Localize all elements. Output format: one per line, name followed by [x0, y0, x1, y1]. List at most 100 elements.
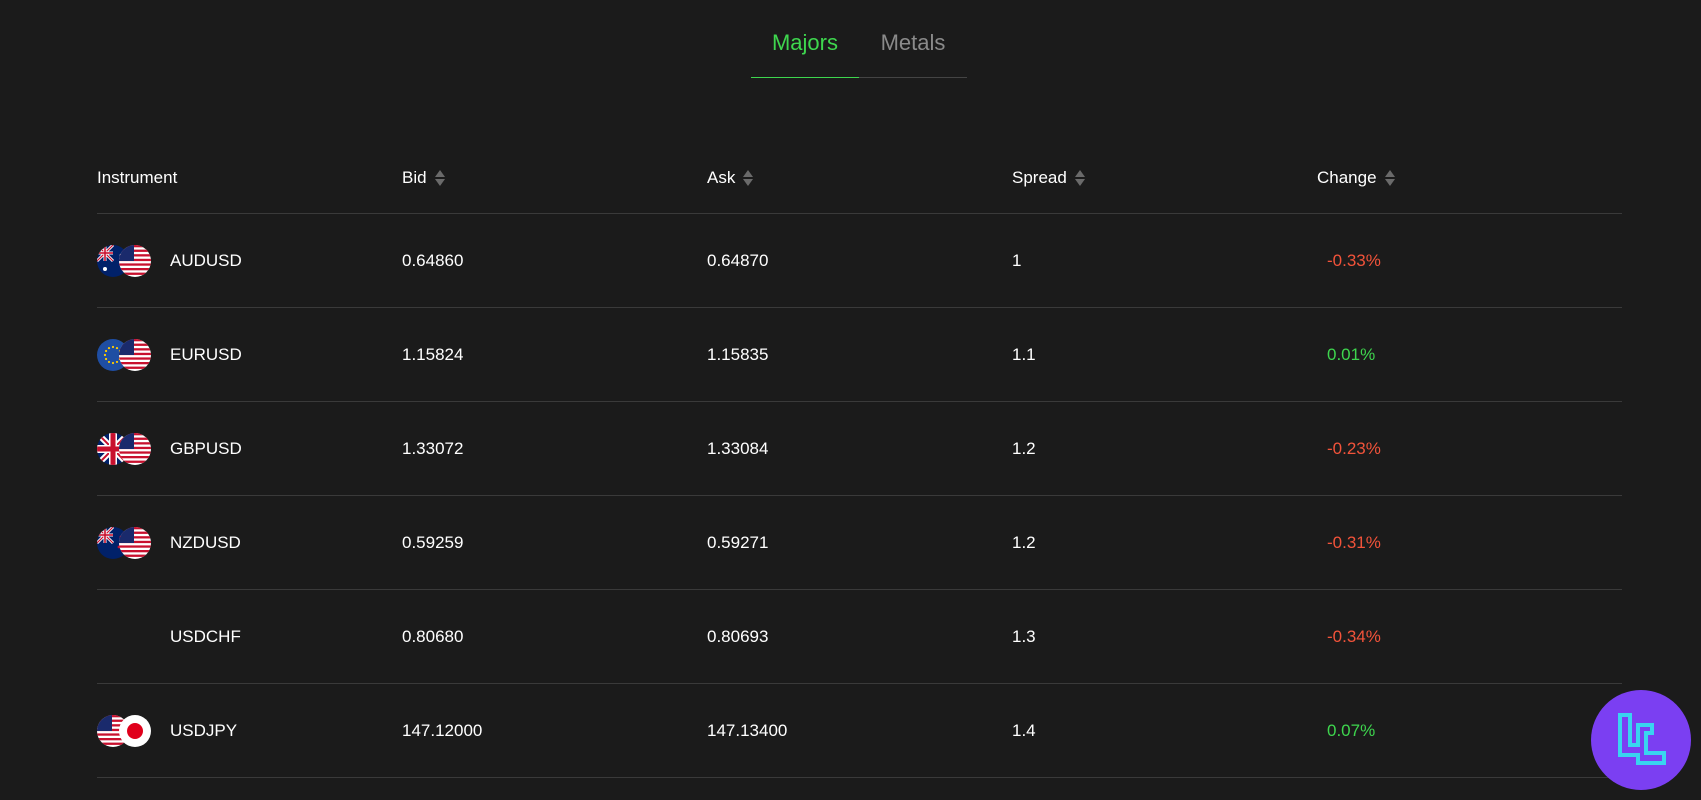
- currency-pair-flags: [97, 526, 153, 559]
- logo-mark: [1618, 713, 1666, 765]
- spread-value: 1.2: [1012, 438, 1036, 458]
- change-cell: 0.01%: [1317, 345, 1622, 365]
- column-header-label: Spread: [1012, 167, 1067, 187]
- currency-pair-flags: [97, 432, 153, 465]
- ask-value: 1.33084: [707, 438, 769, 458]
- spread-value: 1.3: [1012, 626, 1036, 646]
- currency-pair-flags: [97, 338, 153, 371]
- currency-pair-flags: [97, 244, 153, 277]
- table-row[interactable]: USDJPY 147.12000 147.13400 1.4 0.07%: [97, 684, 1622, 778]
- table-row[interactable]: EURUSD 1.15824 1.15835 1.1 0.01%: [97, 308, 1622, 402]
- instrument-cell: GBPUSD: [97, 432, 402, 465]
- sort-icon[interactable]: [1384, 169, 1395, 186]
- column-header-label: Instrument: [97, 167, 178, 187]
- spread-cell: 1.1: [1012, 345, 1317, 365]
- instrument-name: EURUSD: [170, 344, 242, 364]
- sort-icon[interactable]: [743, 169, 754, 186]
- instrument-cell: NZDUSD: [97, 526, 402, 559]
- change-cell: -0.34%: [1317, 627, 1622, 647]
- page: Majors Metals Instrument Bid Ask Spread …: [0, 0, 1701, 800]
- bid-cell: 1.15824: [402, 345, 707, 365]
- change-cell: -0.33%: [1317, 251, 1622, 271]
- bid-cell: 0.59259: [402, 533, 707, 553]
- ask-cell: 147.13400: [707, 721, 1012, 741]
- bid-value: 0.64860: [402, 250, 464, 270]
- table-row[interactable]: GBPUSD 1.33072 1.33084 1.2 -0.23%: [97, 402, 1622, 496]
- bid-cell: 0.64860: [402, 251, 707, 271]
- currency-pair-flags: [97, 714, 153, 747]
- ask-cell: 0.64870: [707, 251, 1012, 271]
- usa-flag-icon: [119, 526, 151, 559]
- spread-value: 1.4: [1012, 720, 1036, 740]
- change-value: 0.01%: [1327, 344, 1376, 364]
- spread-value: 1.2: [1012, 532, 1036, 552]
- change-value: 0.07%: [1327, 720, 1376, 740]
- bid-cell: 147.12000: [402, 721, 707, 741]
- change-cell: -0.23%: [1317, 439, 1622, 459]
- column-header-bid[interactable]: Bid: [402, 168, 707, 188]
- column-header-spread[interactable]: Spread: [1012, 168, 1317, 188]
- spread-cell: 1: [1012, 251, 1317, 271]
- instrument-name: NZDUSD: [170, 532, 241, 552]
- instrument-name: GBPUSD: [170, 438, 242, 458]
- quotes-table: Instrument Bid Ask Spread Change AUDUSD 0…: [97, 140, 1622, 778]
- japan-flag-icon: [119, 714, 151, 747]
- change-value: -0.33%: [1327, 250, 1381, 270]
- spread-cell: 1.3: [1012, 627, 1317, 647]
- ask-value: 0.80693: [707, 626, 769, 646]
- spread-cell: 1.2: [1012, 533, 1317, 553]
- table-row[interactable]: USDCHF 0.80680 0.80693 1.3 -0.34%: [97, 590, 1622, 684]
- currency-pair-flags: [97, 621, 153, 653]
- instrument-cell: USDCHF: [97, 621, 402, 653]
- table-row[interactable]: NZDUSD 0.59259 0.59271 1.2 -0.31%: [97, 496, 1622, 590]
- instrument-cell: USDJPY: [97, 714, 402, 747]
- change-cell: 0.07%: [1317, 721, 1622, 741]
- column-header-label: Ask: [707, 167, 736, 187]
- column-header-label: Bid: [402, 167, 427, 187]
- instrument-tabs: Majors Metals: [751, 26, 967, 78]
- usa-flag-icon: [119, 432, 151, 465]
- table-body: AUDUSD 0.64860 0.64870 1 -0.33% EURUSD 1.15824…: [97, 214, 1622, 778]
- ask-cell: 1.33084: [707, 439, 1012, 459]
- column-header-change[interactable]: Change: [1317, 168, 1622, 188]
- ask-value: 0.64870: [707, 250, 769, 270]
- ask-cell: 0.80693: [707, 627, 1012, 647]
- tab-metals[interactable]: Metals: [859, 26, 967, 78]
- column-header-label: Change: [1317, 167, 1377, 187]
- ask-value: 0.59271: [707, 532, 769, 552]
- change-value: -0.23%: [1327, 438, 1381, 458]
- ask-cell: 1.15835: [707, 345, 1012, 365]
- column-header-ask[interactable]: Ask: [707, 168, 1012, 188]
- instrument-name: AUDUSD: [170, 250, 242, 270]
- bid-value: 0.59259: [402, 532, 464, 552]
- tradingfinder-logo-icon: [1591, 690, 1691, 790]
- usa-flag-icon: [119, 244, 151, 277]
- sort-icon[interactable]: [434, 169, 445, 186]
- table-header: Instrument Bid Ask Spread Change: [97, 140, 1622, 214]
- tab-majors[interactable]: Majors: [751, 26, 859, 78]
- column-header-instrument: Instrument: [97, 168, 402, 188]
- spread-value: 1.1: [1012, 344, 1036, 364]
- spread-cell: 1.4: [1012, 721, 1317, 741]
- sort-icon[interactable]: [1074, 169, 1085, 186]
- change-value: -0.34%: [1327, 626, 1381, 646]
- bid-value: 147.12000: [402, 720, 483, 740]
- bid-cell: 1.33072: [402, 439, 707, 459]
- instrument-name: USDJPY: [170, 720, 238, 740]
- ask-value: 1.15835: [707, 344, 769, 364]
- ask-value: 147.13400: [707, 720, 788, 740]
- ask-cell: 0.59271: [707, 533, 1012, 553]
- bid-value: 0.80680: [402, 626, 464, 646]
- usa-flag-icon: [119, 338, 151, 371]
- table-row[interactable]: AUDUSD 0.64860 0.64870 1 -0.33%: [97, 214, 1622, 308]
- change-cell: -0.31%: [1317, 533, 1622, 553]
- bid-cell: 0.80680: [402, 627, 707, 647]
- instrument-cell: EURUSD: [97, 338, 402, 371]
- spread-value: 1: [1012, 250, 1022, 270]
- change-value: -0.31%: [1327, 532, 1381, 552]
- bid-value: 1.15824: [402, 344, 464, 364]
- instrument-cell: AUDUSD: [97, 244, 402, 277]
- instrument-name: USDCHF: [170, 626, 241, 646]
- bid-value: 1.33072: [402, 438, 464, 458]
- spread-cell: 1.2: [1012, 439, 1317, 459]
